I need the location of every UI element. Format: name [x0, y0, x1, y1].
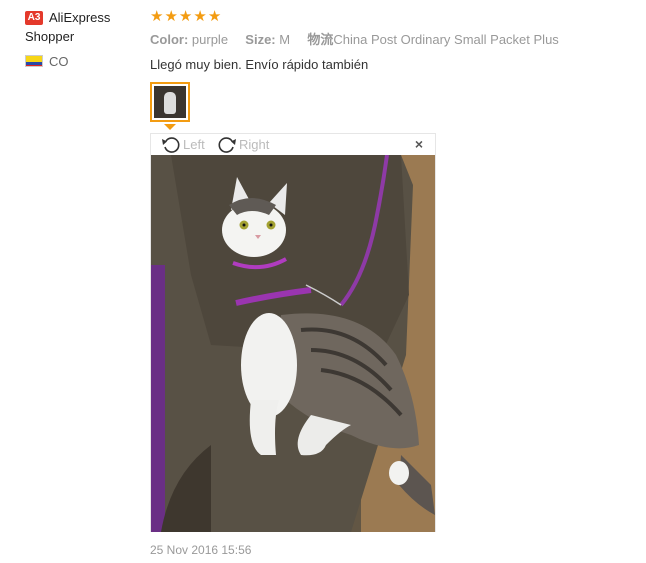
colombia-flag-icon	[25, 55, 43, 67]
thumbnail-pointer-icon	[164, 124, 176, 130]
rotate-left-icon	[162, 136, 180, 153]
review-photo	[151, 155, 435, 532]
shipping-label: 物流	[307, 32, 334, 47]
review-text: Llegó muy bien. Envío rápido también	[150, 57, 369, 72]
thumbnail-image	[154, 86, 186, 118]
shipping-value: China Post Ordinary Small Packet Plus	[333, 32, 559, 47]
star-icon: ★	[178, 8, 193, 25]
reviewer-country: CO	[25, 54, 145, 70]
color-label: Color:	[150, 32, 189, 47]
review-photo-thumbnail[interactable]	[150, 82, 190, 122]
rotate-right-label: Right	[239, 137, 270, 152]
star-icon: ★	[150, 8, 164, 25]
star-icon: ★	[164, 8, 178, 25]
reviewer-info: A3 AliExpress Shopper CO	[25, 9, 145, 70]
star-icon: ★	[193, 8, 207, 25]
review-date: 25 Nov 2016 15:56	[150, 543, 252, 557]
reviewer-name[interactable]: A3 AliExpress	[25, 9, 145, 27]
size-label: Size:	[245, 32, 276, 47]
rotate-right-button[interactable]: Right	[217, 134, 269, 155]
reviewer-name-line1: AliExpress	[49, 10, 111, 25]
buyer-level-badge: A3	[25, 11, 43, 25]
rotate-left-label: Left	[183, 137, 205, 152]
close-icon[interactable]: ×	[415, 134, 423, 155]
cat-photo-image	[151, 155, 435, 532]
star-icon: ★	[207, 8, 222, 25]
rotate-right-icon	[218, 136, 236, 153]
order-attributes: Color: purple Size: M 物流China Post Ordin…	[150, 32, 559, 48]
country-code: CO	[49, 54, 69, 69]
photo-viewer: Left Right ×	[150, 133, 436, 532]
viewer-toolbar: Left Right ×	[151, 134, 435, 155]
rotate-left-button[interactable]: Left	[161, 134, 205, 155]
reviewer-name-line2: Shopper	[25, 29, 75, 44]
size-value: M	[279, 32, 291, 47]
star-rating: ★ ★ ★ ★ ★	[150, 8, 222, 25]
color-value: purple	[191, 32, 229, 47]
